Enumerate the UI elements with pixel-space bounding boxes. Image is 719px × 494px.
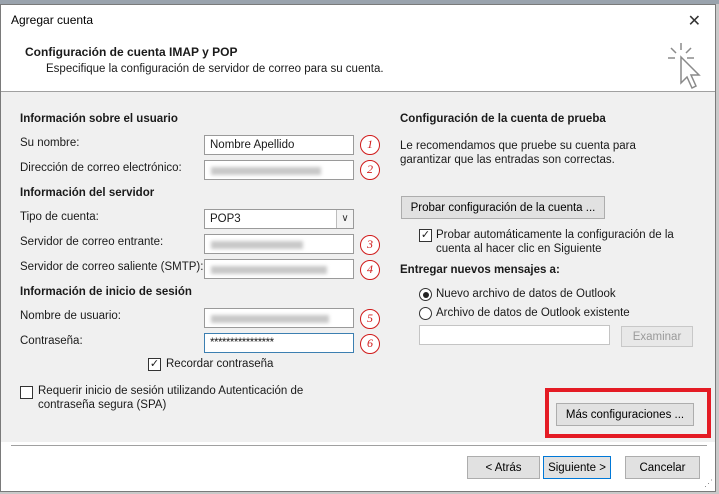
browse-button[interactable]: Examinar [621,326,693,347]
marker-4: 4 [360,260,380,280]
title-bar: Agregar cuenta ✕ [1,5,715,35]
marker-2: 2 [360,160,380,180]
page-subtitle: Especifique la configuración de servidor… [46,63,384,75]
incoming-server-field[interactable] [204,234,354,254]
account-type-select[interactable]: POP3 ∨ [204,209,354,229]
server-info-heading: Información del servidor [20,187,155,199]
test-settings-heading: Configuración de la cuenta de prueba [400,113,606,125]
email-field[interactable] [204,160,354,180]
deliver-heading: Entregar nuevos mensajes a: [400,264,560,276]
test-settings-description: Le recomendamos que pruebe su cuenta par… [400,140,636,166]
cancel-button[interactable]: Cancelar [625,456,700,479]
back-button[interactable]: < Atrás [467,456,540,479]
remember-password-label: Recordar contraseña [166,358,274,370]
marker-3: 3 [360,235,380,255]
close-icon[interactable]: ✕ [688,11,701,31]
marker-6: 6 [360,334,380,354]
remember-password-checkbox[interactable]: ✓ [148,358,161,371]
incoming-obscured [211,241,303,249]
existing-data-file-label: Archivo de datos de Outlook existente [436,307,630,319]
auto-test-checkbox[interactable]: ✓ [419,229,432,242]
chevron-down-icon[interactable]: ∨ [336,210,353,228]
login-info-heading: Información de inicio de sesión [20,286,192,298]
outgoing-server-label: Servidor de correo saliente (SMTP): [20,261,204,273]
footer-divider [11,445,707,446]
resize-grip-icon[interactable]: ⋰ [704,478,713,489]
password-label: Contraseña: [20,335,83,347]
spa-label: Requerir inicio de sesión utilizando Aut… [38,385,304,411]
username-obscured [211,315,329,323]
dialog-header: Configuración de cuenta IMAP y POP Espec… [1,35,715,91]
marker-5: 5 [360,309,380,329]
user-info-heading: Información sobre el usuario [20,113,178,125]
username-field[interactable] [204,308,354,328]
test-account-button[interactable]: Probar configuración de la cuenta ... [401,196,605,219]
highlight-box [545,388,711,438]
outgoing-server-field[interactable] [204,259,354,279]
next-button[interactable]: Siguiente > [543,456,611,479]
spa-checkbox[interactable] [20,386,33,399]
auto-test-label: Probar automáticamente la configuración … [436,229,674,255]
name-label: Su nombre: [20,137,80,149]
new-data-file-radio[interactable] [419,288,432,301]
account-type-value: POP3 [210,213,241,225]
username-label: Nombre de usuario: [20,310,121,322]
password-field[interactable]: **************** [204,333,354,353]
email-obscured [211,167,321,175]
add-account-dialog: Agregar cuenta ✕ Configuración de cuenta… [0,4,716,492]
page-title: Configuración de cuenta IMAP y POP [25,45,238,59]
cursor-click-icon [668,43,701,90]
email-label: Dirección de correo electrónico: [20,162,182,174]
existing-data-file-path[interactable] [419,325,610,345]
name-field[interactable]: Nombre Apellido [204,135,354,155]
outgoing-obscured [211,266,327,274]
new-data-file-label: Nuevo archivo de datos de Outlook [436,288,616,300]
account-type-label: Tipo de cuenta: [20,211,99,223]
existing-data-file-radio[interactable] [419,307,432,320]
window-title: Agregar cuenta [11,13,94,27]
marker-1: 1 [360,135,380,155]
incoming-server-label: Servidor de correo entrante: [20,236,164,248]
